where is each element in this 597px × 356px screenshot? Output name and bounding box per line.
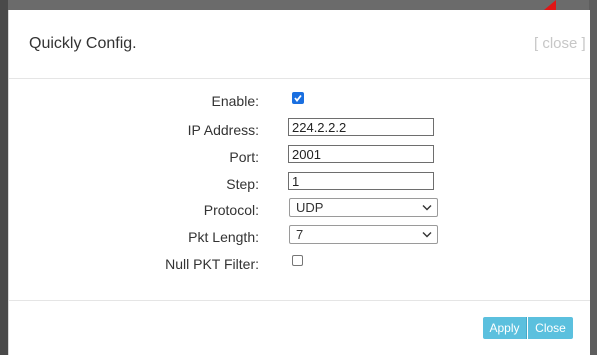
checkmark-icon xyxy=(294,94,302,102)
step-row: Step: xyxy=(9,172,590,194)
port-label: Port: xyxy=(229,149,259,165)
protocol-row: Protocol: UDP xyxy=(9,198,590,220)
null-pkt-filter-row: Null PKT Filter: xyxy=(9,252,590,274)
pkt-length-label: Pkt Length: xyxy=(188,229,259,245)
red-arrow-icon xyxy=(544,0,556,10)
enable-label: Enable: xyxy=(211,93,259,109)
chevron-down-icon xyxy=(422,232,432,238)
ip-address-input[interactable] xyxy=(288,118,434,136)
enable-row: Enable: xyxy=(9,89,590,111)
step-label: Step: xyxy=(226,176,259,192)
apply-button[interactable]: Apply xyxy=(483,317,527,339)
chevron-down-icon xyxy=(422,205,432,211)
ip-address-label: IP Address: xyxy=(187,122,259,138)
dialog-title: Quickly Config. xyxy=(29,35,137,52)
backdrop-overlay-right xyxy=(589,0,597,355)
protocol-label: Protocol: xyxy=(203,202,259,218)
port-row: Port: xyxy=(9,145,590,167)
dialog-footer: Apply Close xyxy=(9,300,590,356)
backdrop-overlay-top xyxy=(0,0,597,10)
ip-address-row: IP Address: xyxy=(9,118,590,140)
close-button[interactable]: Close xyxy=(528,317,573,339)
null-pkt-filter-checkbox[interactable] xyxy=(292,255,303,266)
enable-checkbox[interactable] xyxy=(292,92,304,104)
protocol-selected-value: UDP xyxy=(296,200,324,215)
pkt-length-select[interactable]: 7 xyxy=(289,225,438,244)
backdrop-overlay-left xyxy=(0,0,8,355)
close-link[interactable]: [ close ] xyxy=(534,35,586,52)
null-pkt-filter-label: Null PKT Filter: xyxy=(165,256,259,272)
quick-config-dialog: Quickly Config. [ close ] Enable: IP Add… xyxy=(8,10,590,355)
dialog-header: Quickly Config. [ close ] xyxy=(9,10,590,79)
pkt-length-selected-value: 7 xyxy=(296,227,304,242)
protocol-select[interactable]: UDP xyxy=(289,198,438,217)
pkt-length-row: Pkt Length: 7 xyxy=(9,225,590,247)
port-input[interactable] xyxy=(288,145,434,163)
step-input[interactable] xyxy=(288,172,434,190)
